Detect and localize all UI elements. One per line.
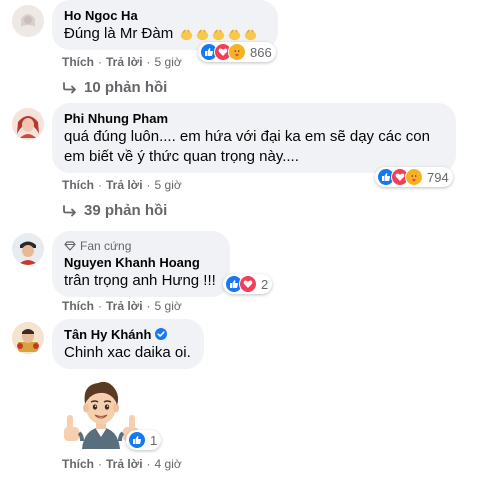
separator-dot: · [98,55,102,69]
like-button[interactable]: Thích [62,55,94,69]
clapping-hands-emoji [179,27,258,42]
separator-dot: · [98,457,102,471]
comment-timestamp[interactable]: 5 giờ [155,178,182,192]
diamond-icon [64,241,76,251]
reaction-summary[interactable]: 794 [375,167,453,187]
avatar[interactable] [12,5,44,37]
like-button[interactable]: Thích [62,178,94,192]
reaction-summary[interactable]: 1 [126,430,162,450]
comment-text-line2: em biết về ý thức quan trọng này.... [64,148,299,165]
comment-text: quá đúng luôn.... em hứa với đại ka em s… [64,128,430,145]
verified-badge-icon [155,328,168,340]
care-icon [405,168,423,186]
comment-text: trân trọng anh Hưng !!! [64,272,216,289]
reaction-summary[interactable]: 866 [198,42,276,62]
comment-actions: Thích · Trả lời · 5 giờ [62,54,182,70]
like-icon [128,431,146,449]
avatar[interactable] [12,108,44,140]
reaction-count: 866 [250,44,272,60]
comment-author[interactable]: Ho Ngoc Ha [64,8,266,24]
avatar[interactable] [12,322,44,354]
comment-author[interactable]: Tân Hy Khánh [64,327,151,342]
comment-text: Chinh xac daika oi. [64,344,191,361]
reply-arrow-icon [63,82,76,94]
care-icon [228,43,246,61]
like-button[interactable]: Thích [62,457,94,471]
like-button[interactable]: Thích [62,299,94,313]
comment-bubble: Phi Nhung Pham quá đúng luôn.... em hứa … [52,103,456,173]
top-fan-badge[interactable]: Fan cứng [64,239,218,253]
separator-dot: · [98,299,102,313]
separator-dot: · [146,178,151,192]
separator-dot: · [146,55,151,69]
reaction-count: 794 [427,169,449,185]
comment-actions: Thích · Trả lời · 5 giờ [62,177,182,193]
view-replies-link[interactable]: 39 phản hồi [62,201,167,221]
reply-button[interactable]: Trả lời [106,299,143,313]
reply-arrow-icon [63,205,76,217]
reply-button[interactable]: Trả lời [106,457,143,471]
badge-label: Fan cứng [80,239,132,253]
reaction-count: 2 [261,276,269,292]
comment-bubble: Tân Hy Khánh Chinh xac daika oi. [52,319,204,369]
view-replies-link[interactable]: 10 phản hồi [62,78,167,98]
comment-timestamp[interactable]: 4 giờ [155,457,182,471]
comment-author[interactable]: Phi Nhung Pham [64,111,444,127]
reply-button[interactable]: Trả lời [106,55,143,69]
separator-dot: · [146,457,151,471]
reaction-count: 1 [150,432,158,448]
reaction-summary[interactable]: 2 [223,274,273,294]
separator-dot: · [146,299,151,313]
comment-text: Đúng là Mr Đàm [64,25,174,42]
comment-author[interactable]: Nguyen Khanh Hoang [64,255,218,271]
comment-actions: Thích · Trả lời · 5 giờ [62,298,182,314]
comment-actions: Thích · Trả lời · 4 giờ [62,456,182,472]
comment-bubble: Fan cứng Nguyen Khanh Hoang trân trọng a… [52,231,230,297]
comment-timestamp[interactable]: 5 giờ [155,55,182,69]
love-icon [239,275,257,293]
replies-count-label: 10 phản hồi [84,79,168,96]
avatar[interactable] [12,233,44,265]
comment-timestamp[interactable]: 5 giờ [155,299,182,313]
replies-count-label: 39 phản hồi [84,202,168,219]
separator-dot: · [98,178,102,192]
reply-button[interactable]: Trả lời [106,178,143,192]
